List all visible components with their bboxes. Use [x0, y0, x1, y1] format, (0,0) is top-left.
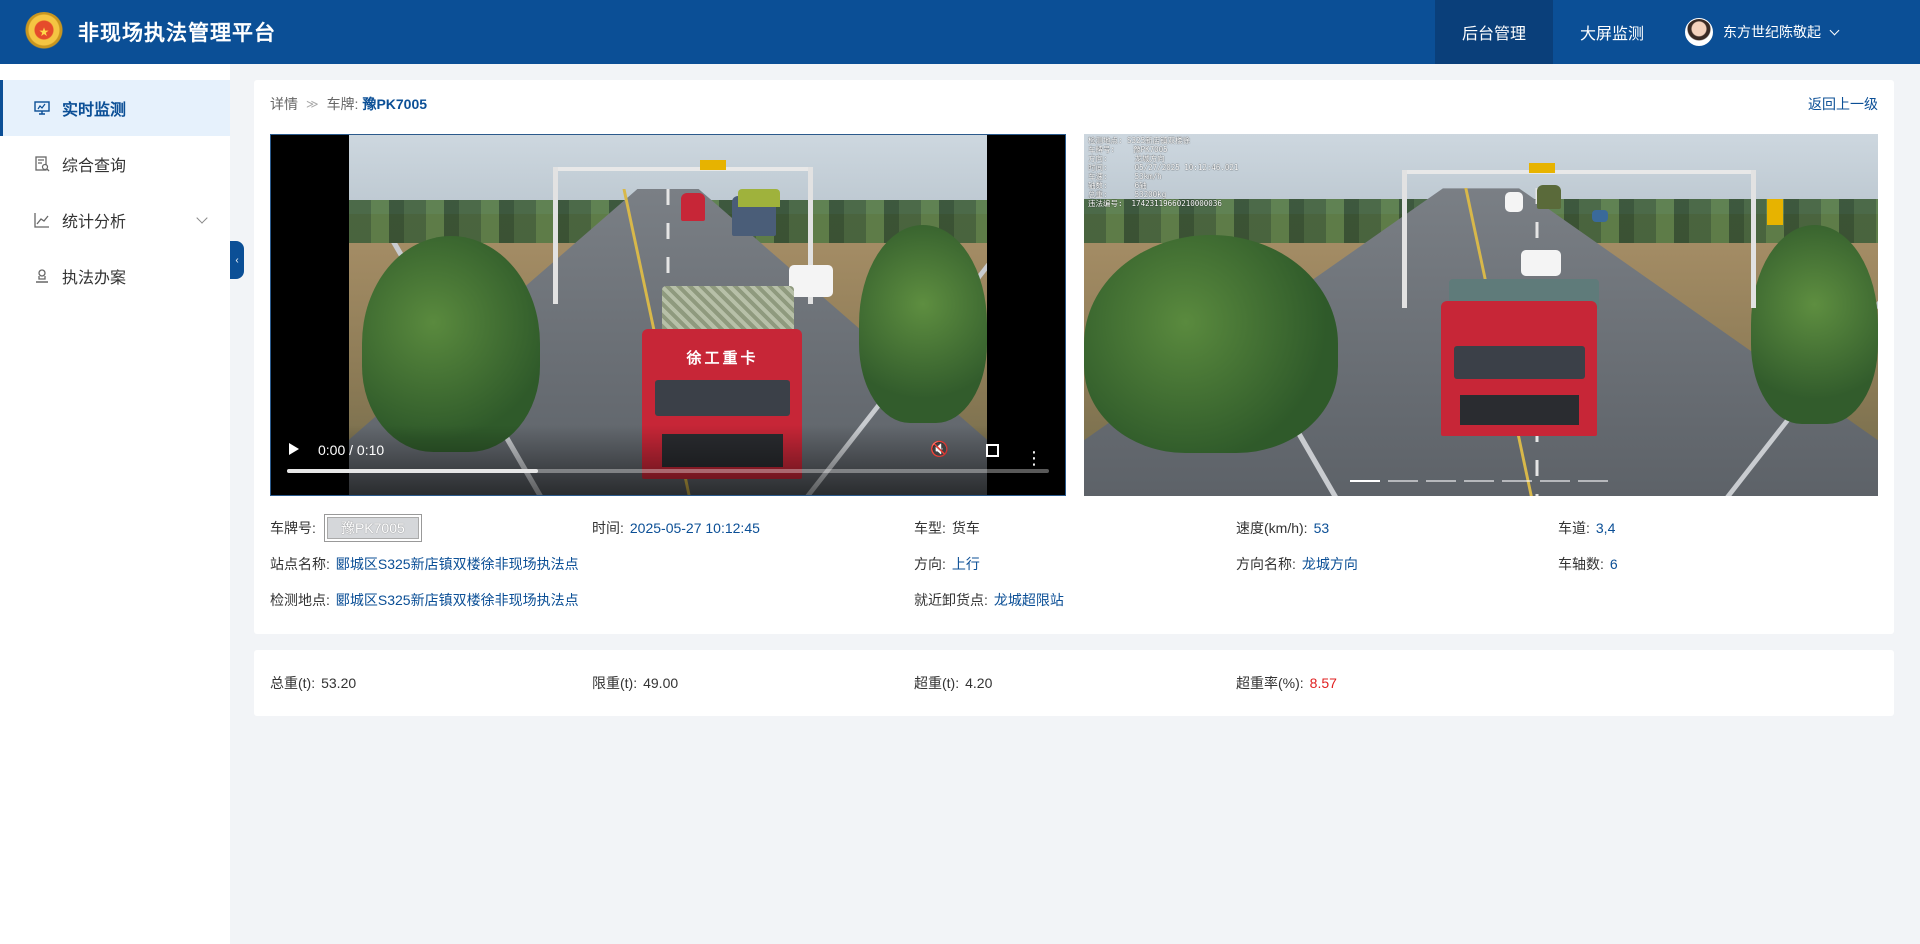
- document-search-icon: [34, 156, 50, 172]
- detection-site-field: 检测地点: 郾城区S325新店镇双楼徐非现场执法点: [270, 592, 579, 608]
- sidebar-item-label: 执法办案: [62, 270, 127, 287]
- breadcrumb: 详情 ≫ 车牌: 豫PK7005: [270, 94, 427, 114]
- carousel-dot[interactable]: [1578, 480, 1608, 482]
- avatar: [1685, 18, 1713, 46]
- breadcrumb-plate: 豫PK7005: [362, 96, 428, 112]
- weight-limit-value: 49.00: [643, 675, 679, 691]
- play-icon[interactable]: [289, 443, 299, 455]
- capture-photo[interactable]: 检测地点: S325新店镇双楼徐 车牌号: 豫PK7005 方向: 龙城方向 时…: [1084, 134, 1878, 496]
- weight-limit-field: 限重(t): 49.00: [592, 675, 679, 691]
- sidebar-item-label: 统计分析: [62, 214, 127, 231]
- video-time: 0:00 / 0:10: [318, 442, 385, 458]
- carousel-dots: [1350, 480, 1608, 482]
- user-menu[interactable]: 东方世纪陈敬起: [1685, 18, 1840, 46]
- vehicle-type-value: 货车: [951, 520, 980, 536]
- carousel-dot[interactable]: [1540, 480, 1570, 482]
- chevron-down-icon: [1829, 25, 1840, 35]
- breadcrumb-detail[interactable]: 详情: [270, 94, 298, 114]
- back-link[interactable]: 返回上一级: [1808, 94, 1878, 114]
- detection-site-value: 郾城区S325新店镇双楼徐非现场执法点: [335, 592, 579, 608]
- sidebar-item-label: 实时监测: [62, 102, 127, 119]
- unload-point-value: 龙城超限站: [993, 592, 1064, 608]
- video-controls: 0:00 / 0:10 🔇 ⋮: [271, 425, 1065, 495]
- photo-overlay-text: 检测地点: S325新店镇双楼徐 车牌号: 豫PK7005 方向: 龙城方向 时…: [1088, 136, 1239, 208]
- axle-count-value: 6: [1609, 556, 1618, 572]
- user-name: 东方世纪陈敬起: [1723, 24, 1821, 40]
- carousel-dot[interactable]: [1502, 480, 1532, 482]
- sidebar-item-law-enforcement[interactable]: 执法办案: [0, 248, 230, 304]
- fullscreen-icon[interactable]: [986, 444, 999, 457]
- truck-brand-text: 徐工重卡: [686, 350, 759, 368]
- axle-count-field: 车轴数: 6: [1558, 556, 1618, 572]
- total-weight-field: 总重(t): 53.20: [270, 675, 357, 691]
- breadcrumb-plate-prefix: 车牌:: [326, 96, 359, 112]
- station-value: 郾城区S325新店镇双楼徐非现场执法点: [335, 556, 579, 572]
- video-progress-fill: [287, 469, 539, 473]
- nav-big-screen-monitor[interactable]: 大屏监测: [1553, 0, 1671, 64]
- station-field: 站点名称: 郾城区S325新店镇双楼徐非现场执法点: [270, 556, 579, 572]
- plate-image-text: 豫PK7005: [326, 517, 419, 539]
- plate-label: 车牌号:: [270, 520, 316, 536]
- overweight-value: 4.20: [965, 675, 993, 691]
- plate-image[interactable]: 豫PK7005: [323, 514, 422, 542]
- app-title: 非现场执法管理平台: [78, 22, 276, 45]
- time-value: 2025-05-27 10:12:45: [629, 520, 760, 536]
- speed-field: 速度(km/h): 53: [1236, 520, 1330, 536]
- sidebar: 实时监测 综合查询 统计分析 执法办案: [0, 64, 230, 944]
- chevron-down-icon: [196, 212, 208, 224]
- sidebar-item-label: 综合查询: [62, 158, 127, 175]
- vehicle-type-field: 车型: 货车: [914, 520, 980, 536]
- sidebar-item-realtime-monitor[interactable]: 实时监测: [0, 80, 230, 136]
- weight-panel: 总重(t): 53.20 限重(t): 49.00 超重(t): 4.20 超重…: [254, 650, 1894, 716]
- direction-value: 上行: [951, 556, 980, 572]
- carousel-dot[interactable]: [1464, 480, 1494, 482]
- lane-field: 车道: 3,4: [1558, 520, 1616, 536]
- nav-backend-management[interactable]: 后台管理: [1434, 0, 1553, 64]
- vehicle-info: 车牌号: 豫PK7005 时间: 2025-05-27 10:12:45 车型:…: [270, 510, 1878, 618]
- more-vertical-icon[interactable]: ⋮: [1025, 449, 1043, 467]
- video-progress-bar[interactable]: [287, 469, 1049, 473]
- emblem-logo: ★: [24, 12, 64, 52]
- sidebar-item-statistics[interactable]: 统计分析: [0, 192, 230, 248]
- sidebar-collapse-toggle[interactable]: ‹: [230, 241, 244, 279]
- time-field: 时间: 2025-05-27 10:12:45: [592, 520, 760, 536]
- carousel-dot[interactable]: [1388, 480, 1418, 482]
- overweight-rate-field: 超重率(%): 8.57: [1236, 675, 1337, 691]
- lane-value: 3,4: [1595, 520, 1616, 536]
- plate-field: 车牌号: 豫PK7005: [270, 510, 422, 546]
- user-stamp-icon: [34, 268, 50, 284]
- detail-panel: 详情 ≫ 车牌: 豫PK7005 返回上一级 徐工重卡 0:00 / 0:10 …: [254, 80, 1894, 634]
- line-chart-icon: [34, 212, 50, 228]
- direction-name-value: 龙城方向: [1301, 556, 1358, 572]
- total-weight-value: 53.20: [321, 675, 357, 691]
- video-player[interactable]: 徐工重卡 0:00 / 0:10 🔇 ⋮: [270, 134, 1066, 496]
- direction-name-field: 方向名称: 龙城方向: [1236, 556, 1358, 572]
- speed-value: 53: [1313, 520, 1330, 536]
- carousel-dot[interactable]: [1350, 480, 1380, 482]
- monitor-icon: [34, 100, 50, 116]
- double-chevron-right-icon: ≫: [306, 97, 319, 111]
- top-nav: 后台管理 大屏监测 东方世纪陈敬起: [1434, 0, 1920, 64]
- overweight-rate-value: 8.57: [1309, 675, 1337, 691]
- unload-point-field: 就近卸货点: 龙城超限站: [914, 592, 1064, 608]
- sidebar-item-comprehensive-query[interactable]: 综合查询: [0, 136, 230, 192]
- carousel-dot[interactable]: [1426, 480, 1456, 482]
- top-header: ★ 非现场执法管理平台 后台管理 大屏监测 东方世纪陈敬起: [0, 0, 1920, 64]
- overweight-field: 超重(t): 4.20: [914, 675, 993, 691]
- direction-field: 方向: 上行: [914, 556, 980, 572]
- chevron-left-icon: ‹: [235, 254, 239, 266]
- volume-icon[interactable]: 🔇: [930, 440, 949, 458]
